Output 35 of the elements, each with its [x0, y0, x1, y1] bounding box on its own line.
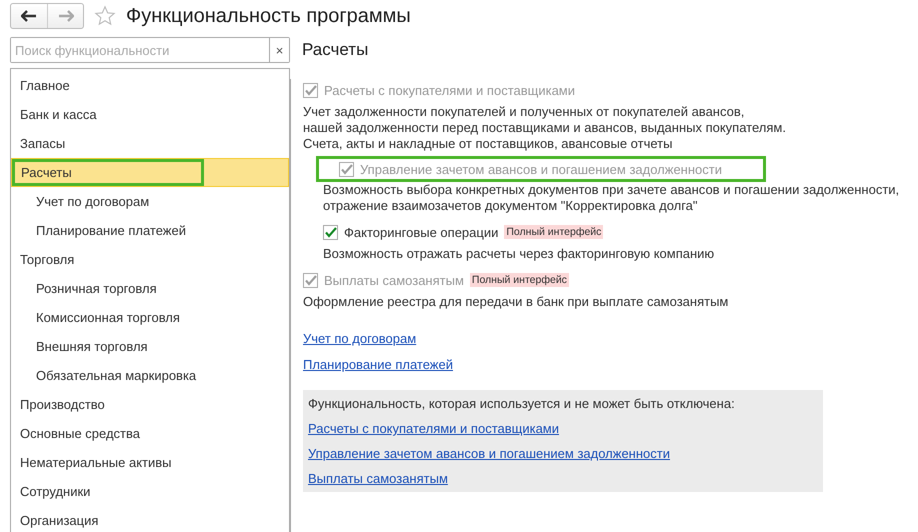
feature-link[interactable]: Выплаты самозанятым — [308, 471, 448, 486]
option-description: Возможность выбора конкретных документов при зачете авансов и погашении задолженности, отражение взаимозачетов документом "Корректировка долга" — [323, 182, 900, 214]
sidebar-item[interactable]: Главное — [11, 71, 289, 100]
sidebar-item[interactable]: Сотрудники — [11, 477, 289, 506]
feature-link[interactable]: Расчеты с покупателями и поставщиками — [308, 421, 559, 436]
sidebar-item[interactable]: Планирование платежей — [11, 216, 289, 245]
left-arrow-icon — [21, 10, 37, 22]
sidebar-item[interactable]: Запасы — [11, 129, 289, 158]
window-title: Функциональность программы — [126, 4, 411, 28]
section-link[interactable]: Учет по договорам — [303, 331, 416, 346]
panel-caption: Функциональность, которая используется и не может быть отключена: — [308, 396, 736, 411]
sidebar-item[interactable]: Основные средства — [11, 419, 289, 448]
right-arrow-icon — [58, 10, 74, 22]
sidebar-item[interactable]: Обязательная маркировка — [11, 361, 289, 390]
interface-badge: Полный интерфейс — [470, 273, 569, 287]
sidebar-item[interactable]: Организация — [11, 506, 289, 532]
option-description: Учет задолженности покупателей и полученных от покупателей авансов, нашей задолженности перед поставщиками и авансов, выданных покупателям. Счета, акты и накладные от поставщиков, авансовые отчеты — [303, 104, 787, 152]
sidebar-item[interactable]: Учет по договорам — [11, 187, 289, 216]
sidebar-item[interactable]: Расчеты — [11, 158, 289, 187]
star-icon[interactable] — [94, 5, 116, 27]
feature-link[interactable]: Управление зачетом авансов и погашением задолженности — [308, 446, 670, 461]
sidebar-item[interactable]: Внешняя торговля — [11, 332, 289, 361]
option-description: Возможность отражать расчеты через факторинговую компанию — [323, 246, 716, 262]
sidebar-item[interactable]: Банк и касса — [11, 100, 289, 129]
search-field[interactable]: Поиск функциональности × — [10, 37, 290, 63]
sidebar-item[interactable]: Торговля — [11, 245, 289, 274]
interface-badge: Полный интерфейс — [504, 225, 604, 239]
sidebar-item[interactable]: Комиссионная торговля — [11, 303, 289, 332]
sidebar-item[interactable]: Розничная торговля — [11, 274, 289, 303]
section-title: Расчеты — [302, 39, 370, 61]
option-description: Оформление реестра для передачи в банк при выплате самозанятым — [303, 294, 730, 310]
sidebar-item[interactable]: Производство — [11, 390, 289, 419]
clear-button[interactable]: × — [269, 38, 289, 62]
sidebar-item[interactable]: Нематериальные активы — [11, 448, 289, 477]
section-link[interactable]: Планирование платежей — [303, 357, 453, 372]
